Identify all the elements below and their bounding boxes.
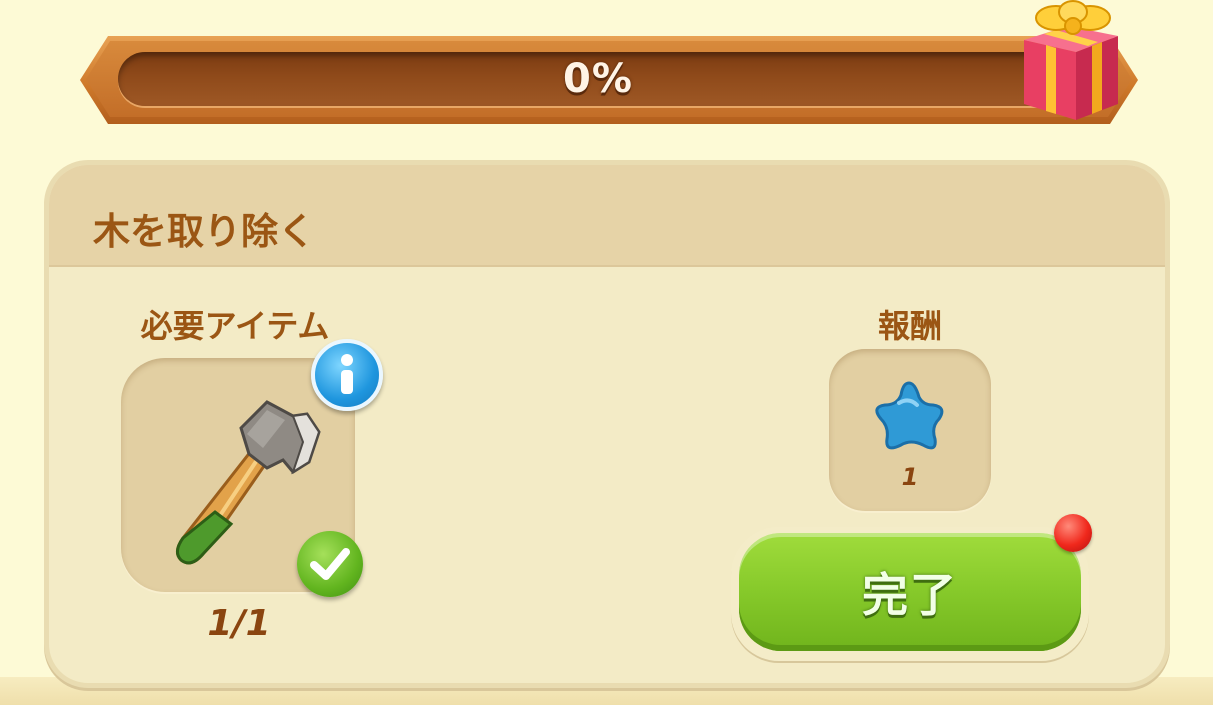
notification-dot — [1054, 514, 1092, 552]
required-items-label: 必要アイテム — [140, 307, 330, 345]
completed-check-badge — [297, 531, 363, 597]
task-card-header: 木を取り除く — [49, 165, 1165, 267]
reward-amount: 1 — [901, 463, 919, 491]
complete-button-face[interactable]: 完了 — [739, 533, 1081, 651]
info-button[interactable] — [311, 339, 383, 411]
task-card: 木を取り除く 必要アイテム 報酬 1/1 1 完了 — [44, 160, 1170, 688]
reward-label: 報酬 — [877, 307, 942, 345]
task-title: 木を取り除く — [93, 210, 315, 253]
progress-percent: 0% — [563, 56, 633, 102]
complete-button[interactable]: 完了 — [731, 527, 1089, 661]
progress-bar: 0% — [118, 52, 1078, 106]
reward-tile[interactable]: 1 — [829, 349, 991, 511]
complete-button-label: 完了 — [862, 568, 958, 622]
blue-star-icon — [875, 381, 944, 450]
required-item-count: 1/1 — [207, 603, 271, 644]
info-icon — [341, 354, 353, 394]
checkmark-icon — [310, 548, 350, 580]
gift-icon[interactable] — [1016, 0, 1126, 124]
